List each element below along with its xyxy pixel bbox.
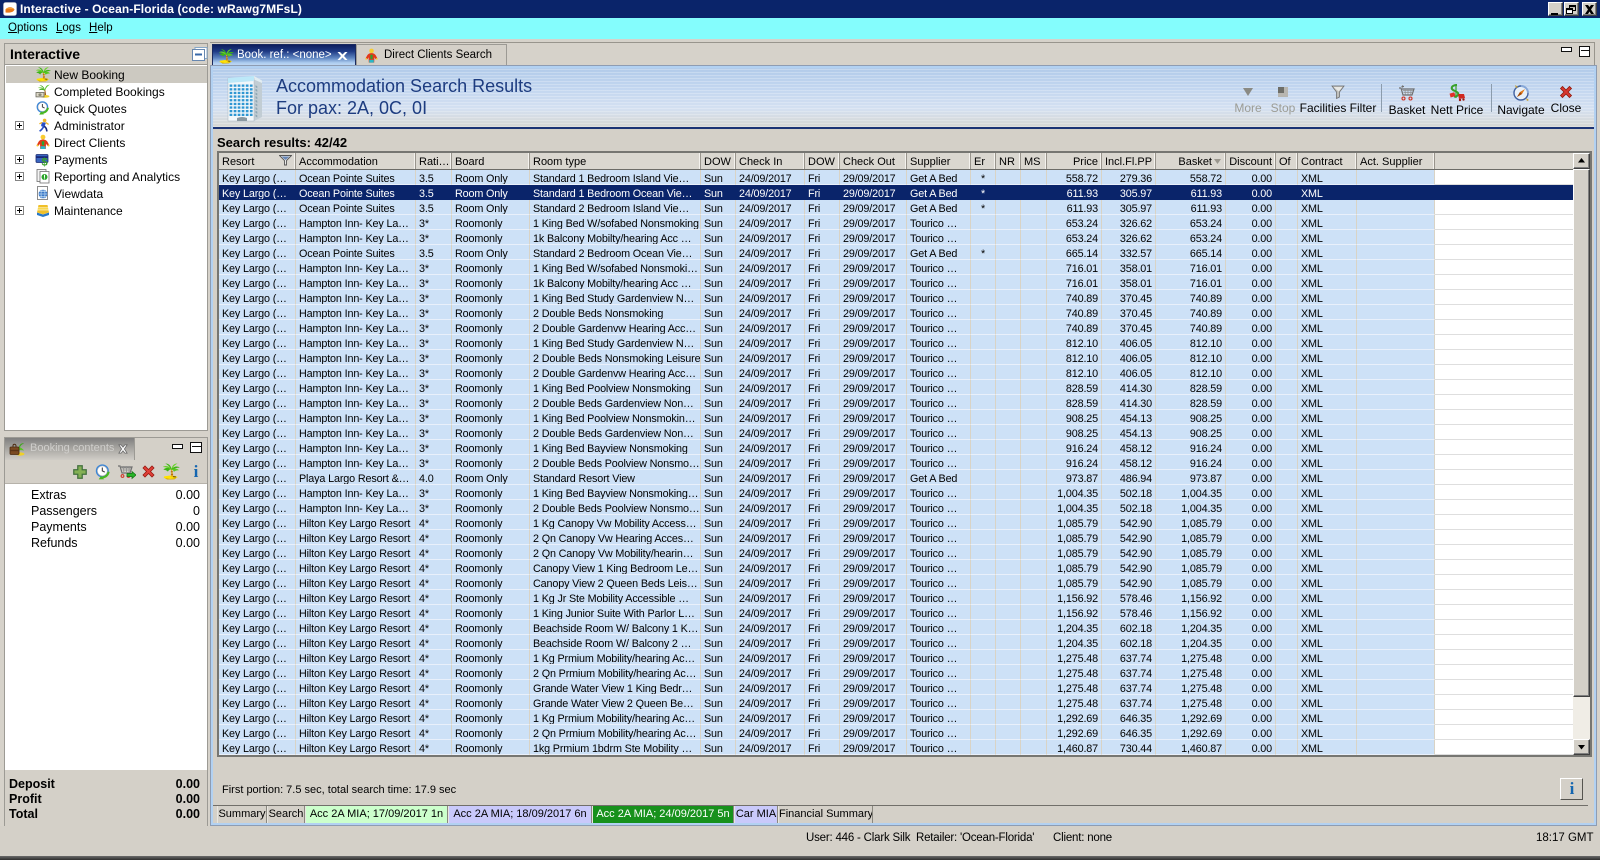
svg-text:$: $ (41, 157, 47, 168)
svg-text:i: i (1569, 779, 1574, 797)
svg-text:i: i (194, 462, 199, 480)
